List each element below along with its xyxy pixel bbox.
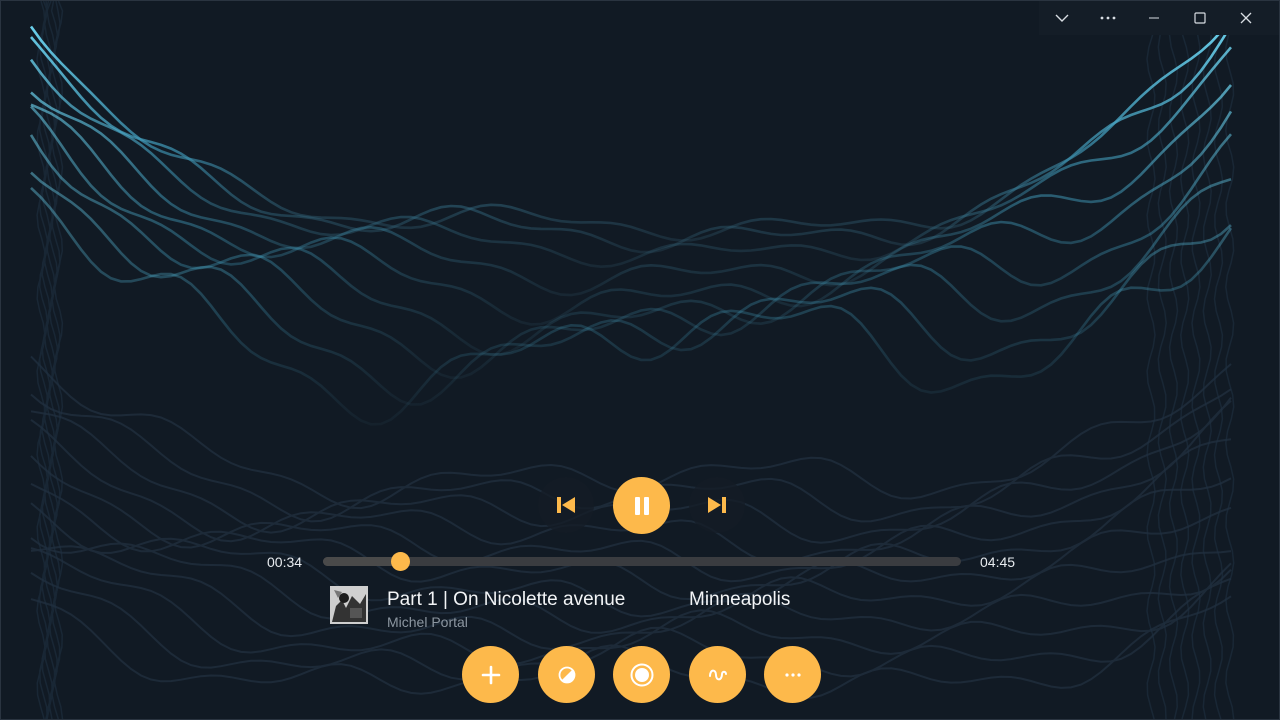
more-icon	[784, 672, 801, 677]
skip-previous-icon	[557, 497, 575, 513]
seek-bar[interactable]	[323, 557, 961, 566]
artist-name[interactable]: Michel Portal	[387, 614, 468, 630]
player-controls: 00:34 04:45 Part 1 | On Nicolette avenue…	[1, 1, 1279, 719]
song-title[interactable]: Part 1 | On Nicolette avenue	[387, 589, 625, 611]
contrast-icon	[558, 666, 575, 683]
add-icon	[481, 665, 500, 684]
contrast-button[interactable]	[538, 646, 595, 703]
wave-icon	[708, 669, 727, 680]
total-duration: 04:45	[980, 554, 1016, 570]
elapsed-time: 00:34	[267, 554, 303, 570]
next-button[interactable]	[689, 477, 745, 533]
album-title[interactable]: Minneapolis	[689, 589, 790, 611]
record-button[interactable]	[613, 646, 670, 703]
pause-icon	[634, 496, 649, 515]
skip-next-icon	[708, 497, 726, 513]
record-icon	[630, 663, 653, 686]
album-art[interactable]	[330, 586, 368, 624]
seek-bar-progress	[323, 557, 400, 566]
pause-button[interactable]	[613, 477, 670, 534]
previous-button[interactable]	[538, 477, 594, 533]
visualizer-button[interactable]	[689, 646, 746, 703]
more-options-button[interactable]	[764, 646, 821, 703]
app-window: 00:34 04:45 Part 1 | On Nicolette avenue…	[0, 0, 1280, 720]
add-button[interactable]	[462, 646, 519, 703]
seek-thumb[interactable]	[390, 552, 410, 571]
